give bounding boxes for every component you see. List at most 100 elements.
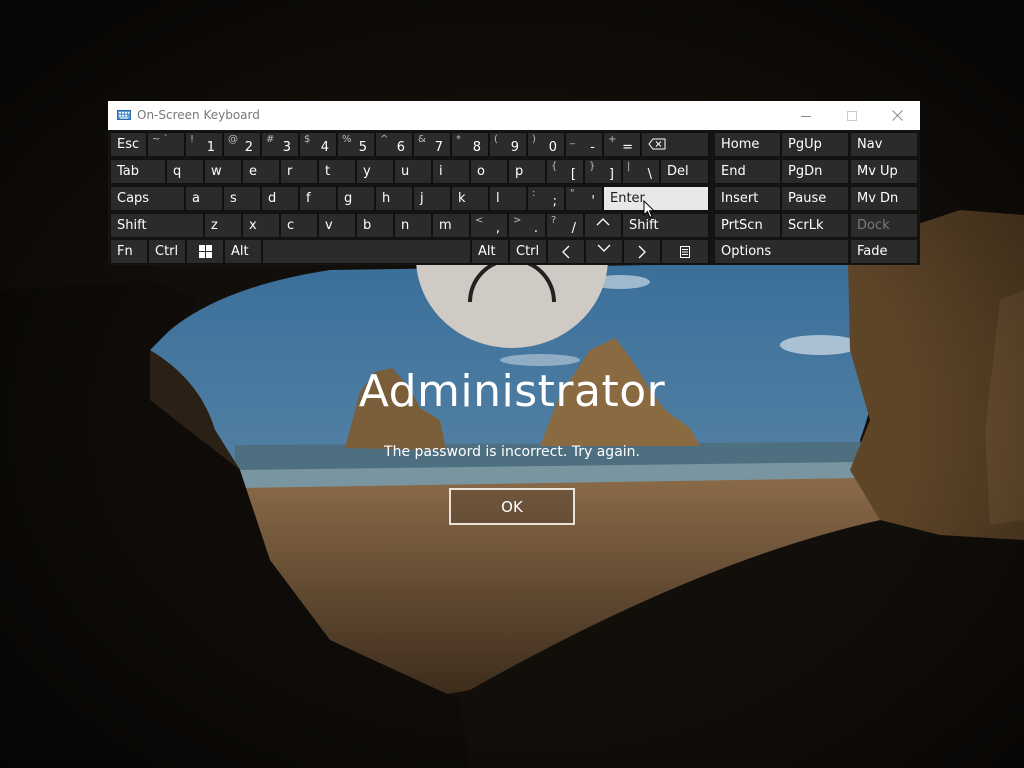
key-windows[interactable] bbox=[186, 239, 224, 264]
on-screen-keyboard-window: On-Screen Keyboard Esc ~ ` ! 1 @2 #3 $4 %… bbox=[108, 101, 920, 265]
key-j[interactable]: j bbox=[413, 186, 451, 211]
key-r[interactable]: r bbox=[280, 159, 318, 184]
key-u[interactable]: u bbox=[394, 159, 432, 184]
key-o[interactable]: o bbox=[470, 159, 508, 184]
key-left-bracket[interactable]: {[ bbox=[546, 159, 584, 184]
key-comma[interactable]: <, bbox=[470, 213, 508, 238]
key-caps[interactable]: Caps bbox=[110, 186, 185, 211]
key-p[interactable]: p bbox=[508, 159, 546, 184]
key-main-label: \ bbox=[647, 167, 652, 182]
key-main-label: [ bbox=[570, 167, 576, 182]
key-arrow-down[interactable] bbox=[585, 239, 623, 264]
key-x[interactable]: x bbox=[242, 213, 280, 238]
key-7[interactable]: & 7 bbox=[413, 132, 451, 157]
key-dock[interactable]: Dock bbox=[850, 213, 918, 238]
maximize-button[interactable] bbox=[829, 101, 875, 130]
key-nav[interactable]: Nav bbox=[850, 132, 918, 157]
key-backspace[interactable] bbox=[641, 132, 709, 157]
key-mv-up[interactable]: Mv Up bbox=[850, 159, 918, 184]
key-insert[interactable]: Insert bbox=[714, 186, 781, 211]
key-n[interactable]: n bbox=[394, 213, 432, 238]
key-4[interactable]: $4 bbox=[299, 132, 337, 157]
key-home[interactable]: Home bbox=[714, 132, 781, 157]
key-d[interactable]: d bbox=[261, 186, 299, 211]
key-semicolon[interactable]: :; bbox=[527, 186, 565, 211]
key-a[interactable]: a bbox=[185, 186, 223, 211]
key-shift-right[interactable]: Shift bbox=[622, 213, 709, 238]
key-e[interactable]: e bbox=[242, 159, 280, 184]
key-shift-left[interactable]: Shift bbox=[110, 213, 204, 238]
key-8[interactable]: * 8 bbox=[451, 132, 489, 157]
key-shift-label: ~ ` bbox=[152, 134, 169, 145]
key-main-label: 0 bbox=[548, 140, 557, 155]
key-right-bracket[interactable]: }] bbox=[584, 159, 622, 184]
key-s[interactable]: s bbox=[223, 186, 261, 211]
minimize-icon bbox=[801, 115, 811, 117]
key-esc[interactable]: Esc bbox=[110, 132, 147, 157]
key-main-label: 1 bbox=[206, 140, 215, 155]
key-ctrl-left[interactable]: Ctrl bbox=[148, 239, 186, 264]
key-main-label: 8 bbox=[472, 140, 481, 155]
minimize-button[interactable] bbox=[783, 101, 829, 130]
key-h[interactable]: h bbox=[375, 186, 413, 211]
key-fn[interactable]: Fn bbox=[110, 239, 148, 264]
key-shift-label: % bbox=[342, 134, 352, 145]
mouse-cursor-icon bbox=[643, 200, 655, 219]
key-main-label: . bbox=[533, 221, 538, 236]
key-pgdn[interactable]: PgDn bbox=[781, 159, 849, 184]
key-mv-dn[interactable]: Mv Dn bbox=[850, 186, 918, 211]
key-options[interactable]: Options bbox=[714, 239, 849, 264]
key-del[interactable]: Del bbox=[660, 159, 709, 184]
key-quote[interactable]: " ' bbox=[565, 186, 603, 211]
key-9[interactable]: (9 bbox=[489, 132, 527, 157]
key-k[interactable]: k bbox=[451, 186, 489, 211]
key-period[interactable]: >. bbox=[508, 213, 546, 238]
key-alt-right[interactable]: Alt bbox=[471, 239, 509, 264]
key-fade[interactable]: Fade bbox=[850, 239, 918, 264]
key-0[interactable]: ) 0 bbox=[527, 132, 565, 157]
key-space[interactable] bbox=[262, 239, 471, 264]
key-q[interactable]: q bbox=[166, 159, 204, 184]
key-3[interactable]: #3 bbox=[261, 132, 299, 157]
key-f[interactable]: f bbox=[299, 186, 337, 211]
key-c[interactable]: c bbox=[280, 213, 318, 238]
key-slash[interactable]: ? / bbox=[546, 213, 584, 238]
key-enter[interactable]: Enter bbox=[603, 186, 709, 211]
key-equals[interactable]: + = bbox=[603, 132, 641, 157]
key-g[interactable]: g bbox=[337, 186, 375, 211]
key-1[interactable]: ! 1 bbox=[185, 132, 223, 157]
key-arrow-left[interactable] bbox=[547, 239, 585, 264]
key-shift-label: > bbox=[513, 215, 522, 226]
key-i[interactable]: i bbox=[432, 159, 470, 184]
key-prtscn[interactable]: PrtScn bbox=[714, 213, 781, 238]
key-5[interactable]: % 5 bbox=[337, 132, 375, 157]
key-shift-label: " bbox=[570, 188, 575, 199]
key-backslash[interactable]: | \ bbox=[622, 159, 660, 184]
ok-button[interactable]: OK bbox=[449, 488, 575, 525]
key-pause[interactable]: Pause bbox=[781, 186, 849, 211]
key-pgup[interactable]: PgUp bbox=[781, 132, 849, 157]
key-6[interactable]: ^ 6 bbox=[375, 132, 413, 157]
key-2[interactable]: @2 bbox=[223, 132, 261, 157]
key-y[interactable]: y bbox=[356, 159, 394, 184]
key-menu[interactable] bbox=[661, 239, 709, 264]
osk-titlebar[interactable]: On-Screen Keyboard bbox=[108, 101, 920, 130]
key-l[interactable]: l bbox=[489, 186, 527, 211]
close-button[interactable] bbox=[874, 101, 920, 130]
key-w[interactable]: w bbox=[204, 159, 242, 184]
key-tilde[interactable]: ~ ` bbox=[147, 132, 185, 157]
key-alt-left[interactable]: Alt bbox=[224, 239, 262, 264]
key-arrow-up[interactable] bbox=[584, 213, 622, 238]
key-v[interactable]: v bbox=[318, 213, 356, 238]
key-b[interactable]: b bbox=[356, 213, 394, 238]
key-arrow-right[interactable] bbox=[623, 239, 661, 264]
key-z[interactable]: z bbox=[204, 213, 242, 238]
loading-spinner-icon bbox=[468, 262, 556, 303]
key-t[interactable]: t bbox=[318, 159, 356, 184]
key-end[interactable]: End bbox=[714, 159, 781, 184]
key-scrlk[interactable]: ScrLk bbox=[781, 213, 849, 238]
key-minus[interactable]: _ - bbox=[565, 132, 603, 157]
key-ctrl-right[interactable]: Ctrl bbox=[509, 239, 547, 264]
key-m[interactable]: m bbox=[432, 213, 470, 238]
key-tab[interactable]: Tab bbox=[110, 159, 166, 184]
